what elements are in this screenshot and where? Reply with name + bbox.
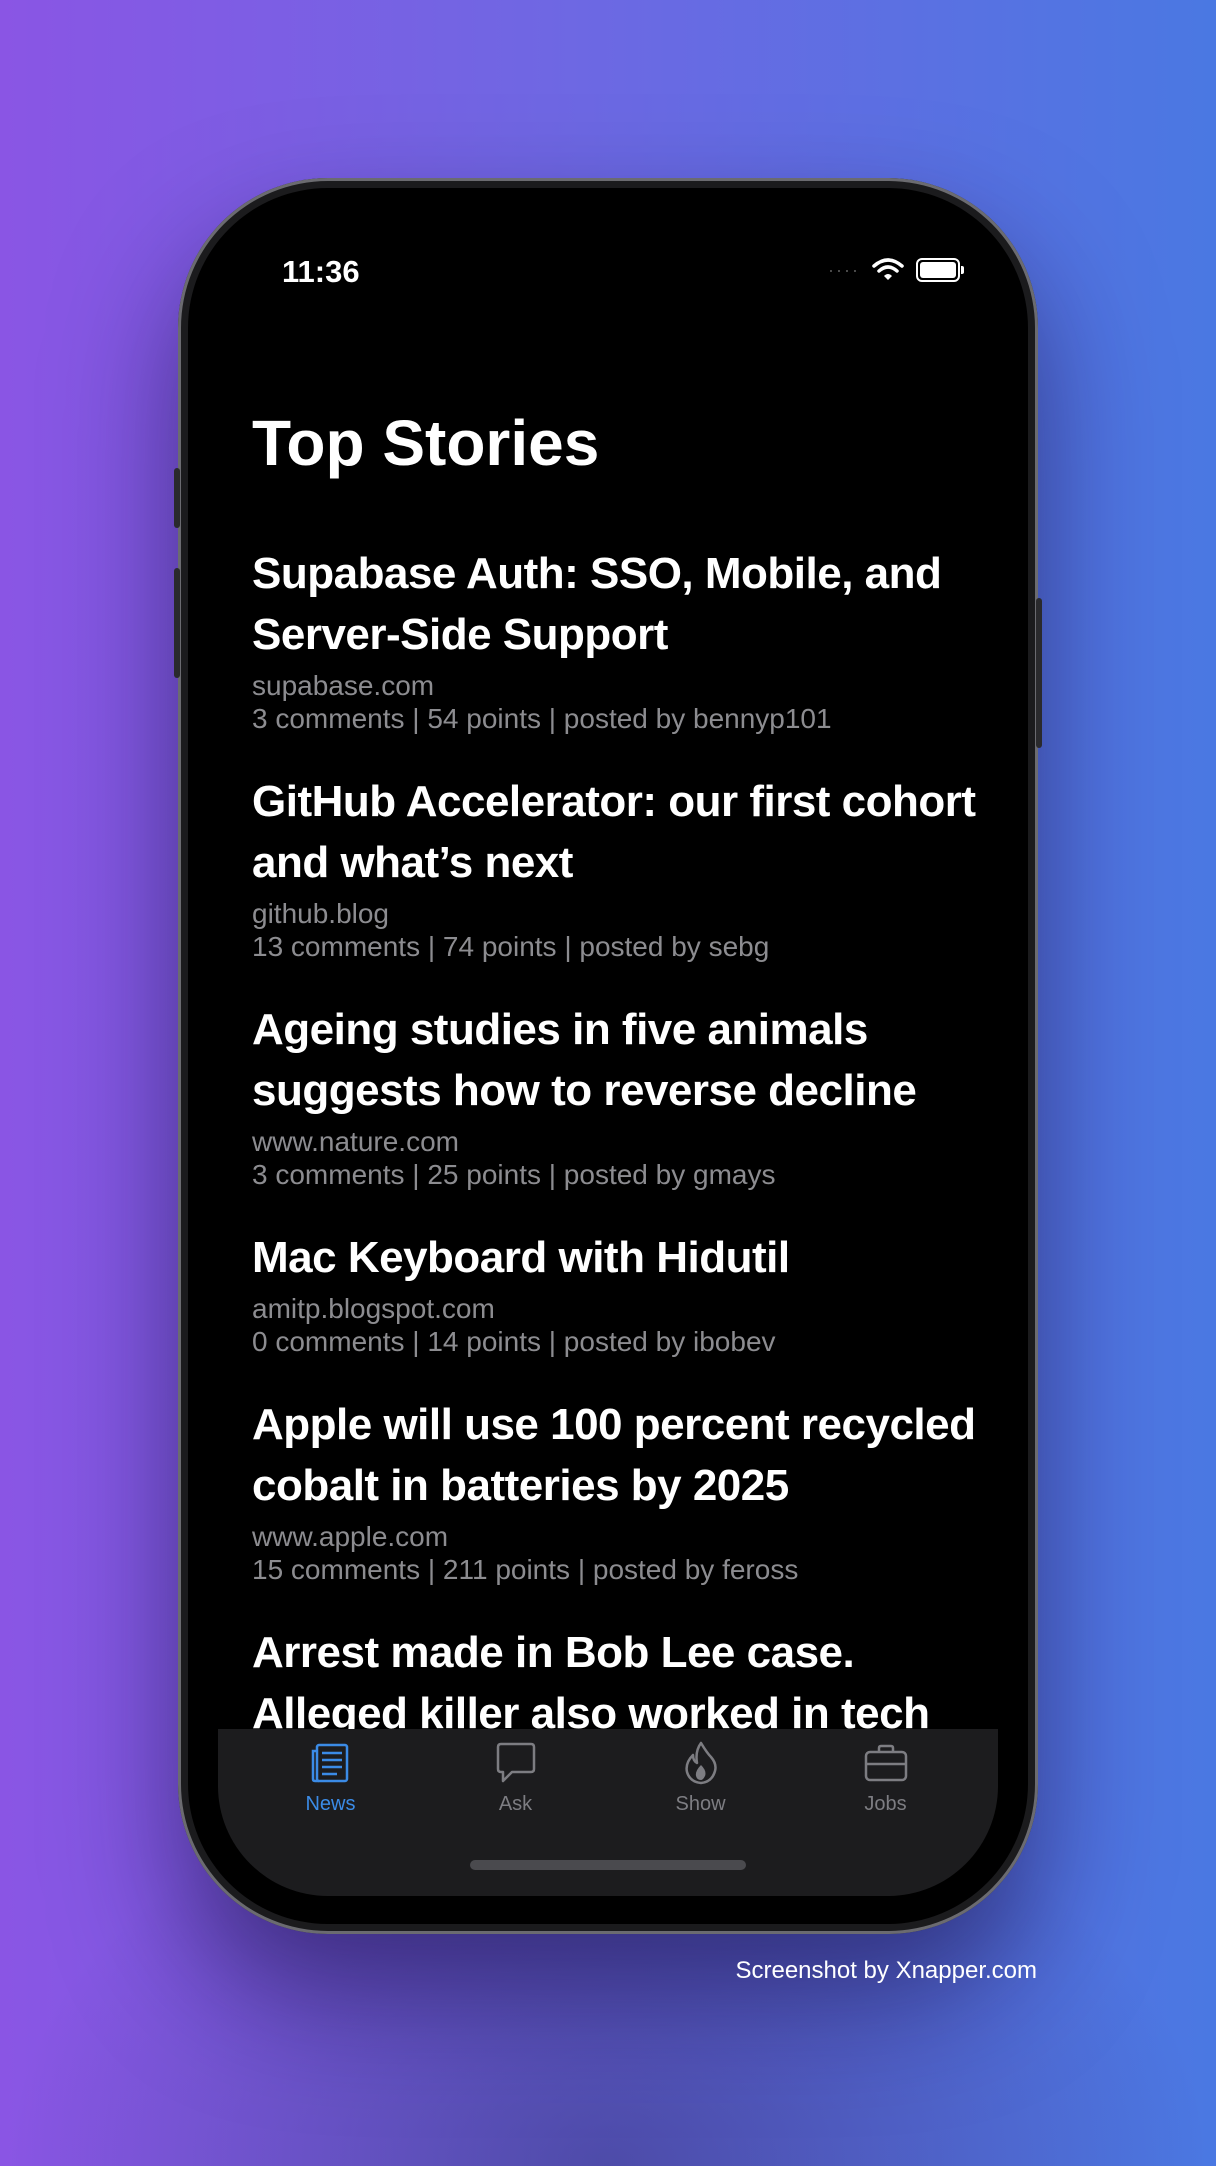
phone-side-button — [1036, 598, 1042, 748]
story-title: Supabase Auth: SSO, Mobile, and Server-S… — [252, 549, 942, 659]
story-item[interactable]: GitHub Accelerator: our first cohort and… — [252, 771, 980, 963]
story-domain: amitp.blogspot.com — [252, 1293, 495, 1324]
story-list: Supabase Auth: SSO, Mobile, and Server-S… — [252, 543, 980, 1780]
main-content: Top Stories Supabase Auth: SSO, Mobile, … — [188, 188, 1028, 1924]
tab-jobs[interactable]: Jobs — [811, 1729, 961, 1839]
chat-bubble-icon — [496, 1742, 535, 1783]
tab-show[interactable]: Show — [626, 1729, 776, 1839]
tab-label: Show — [675, 1793, 726, 1815]
flame-icon — [684, 1741, 717, 1785]
story-item[interactable]: Supabase Auth: SSO, Mobile, and Server-S… — [252, 543, 980, 735]
story-domain: supabase.com — [252, 670, 435, 701]
story-domain: www.apple.com — [252, 1521, 449, 1552]
story-item[interactable]: Apple will use 100 percent recycled coba… — [252, 1394, 980, 1586]
story-meta: 15 comments | 211 points | posted by fer… — [252, 1554, 799, 1585]
tab-label: Jobs — [864, 1793, 907, 1815]
story-title: Ageing studies in five animals suggests … — [252, 1005, 917, 1115]
story-domain: github.blog — [252, 898, 390, 929]
story-title: Apple will use 100 percent recycled coba… — [252, 1400, 976, 1510]
story-title: Arrest made in Bob Lee case. Alleged kil… — [252, 1628, 930, 1738]
tab-bar: News Ask Show Jobs — [218, 1729, 998, 1896]
home-indicator[interactable] — [470, 1860, 746, 1870]
tab-news[interactable]: News — [256, 1729, 406, 1839]
story-domain: www.nature.com — [252, 1126, 459, 1157]
story-item[interactable]: Ageing studies in five animals suggests … — [252, 999, 980, 1191]
story-meta: 0 comments | 14 points | posted by ibobe… — [252, 1326, 776, 1357]
story-meta: 3 comments | 54 points | posted by benny… — [252, 703, 832, 734]
story-meta: 3 comments | 25 points | posted by gmays — [252, 1159, 776, 1190]
newspaper-icon — [311, 1743, 348, 1783]
tab-ask[interactable]: Ask — [441, 1729, 591, 1839]
story-title: GitHub Accelerator: our first cohort and… — [252, 777, 976, 887]
tab-label: News — [305, 1793, 356, 1815]
page-title: Top Stories — [252, 407, 600, 479]
story-item[interactable]: Arrest made in Bob Lee case. Alleged kil… — [252, 1622, 980, 1744]
screenshot-credit: Screenshot by Xnapper.com — [735, 1957, 1037, 1984]
phone-frame: 11:36 ···· Top Stories Supabase Auth: SS… — [174, 178, 1042, 1934]
story-item[interactable]: Mac Keyboard with Hidutil amitp.blogspot… — [252, 1227, 980, 1358]
story-meta: 13 comments | 74 points | posted by sebg — [252, 931, 770, 962]
briefcase-icon — [864, 1744, 907, 1782]
phone-screen: 11:36 ···· Top Stories Supabase Auth: SS… — [188, 188, 1028, 1924]
tab-label: Ask — [498, 1793, 533, 1815]
phone-side-button — [174, 468, 180, 528]
story-title: Mac Keyboard with Hidutil — [252, 1233, 790, 1282]
phone-side-button — [174, 568, 180, 678]
